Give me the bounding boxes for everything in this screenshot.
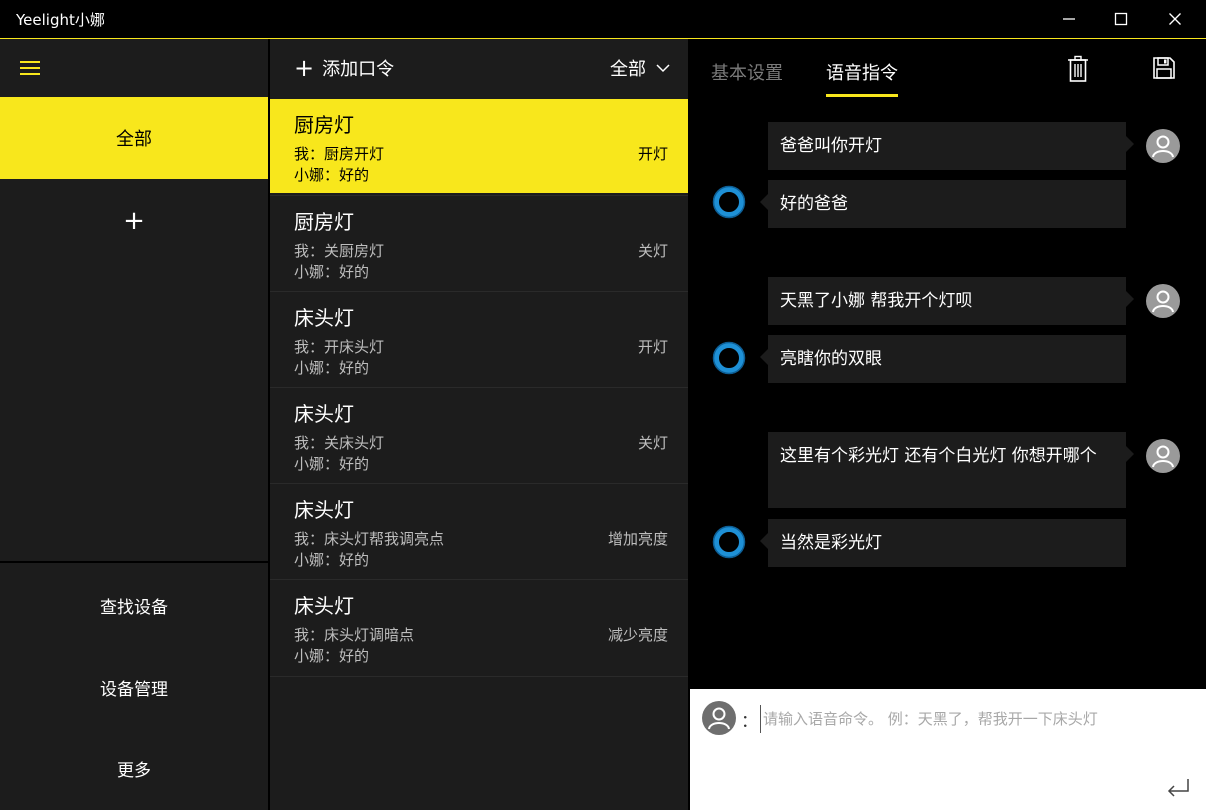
sidebar-category-all[interactable]: 全部	[0, 97, 268, 179]
minimize-icon	[1063, 18, 1075, 20]
list-end-divider	[270, 676, 688, 677]
tab-voice-commands[interactable]: 语音指令	[826, 59, 898, 85]
cortana-icon	[712, 341, 746, 375]
sidebar-divider	[0, 561, 268, 563]
command-device-name: 床头灯	[294, 594, 354, 618]
close-icon	[1169, 13, 1181, 25]
maximize-icon	[1114, 12, 1128, 26]
bot-message: 当然是彩光灯	[760, 519, 1126, 567]
voice-command-input[interactable]	[760, 705, 1185, 733]
command-user-phrase: 我：开床头灯	[294, 338, 385, 356]
command-device-name: 床头灯	[294, 402, 354, 426]
command-reply: 小娜：好的	[294, 359, 370, 377]
command-item[interactable]: 厨房灯 我：厨房开灯 小娜：好的 开灯	[270, 99, 688, 193]
user-message: 这里有个彩光灯 还有个白光灯 你想开哪个	[768, 432, 1134, 508]
command-action: 开灯	[637, 145, 668, 163]
enter-icon[interactable]	[1166, 777, 1190, 797]
cortana-icon	[712, 525, 746, 559]
command-action: 开灯	[637, 338, 668, 356]
bot-message: 亮瞎你的双眼	[760, 335, 1126, 383]
command-reply: 小娜：好的	[294, 455, 370, 473]
maximize-button[interactable]	[1098, 0, 1144, 38]
app-window: Yeelight小娜 全部 + 查找设备 设备管理 更多 + 添加口令 全部 厨…	[0, 0, 1206, 810]
command-action: 增加亮度	[607, 530, 668, 548]
command-user-phrase: 我：床头灯调暗点	[294, 626, 415, 644]
title-bar: Yeelight小娜	[0, 0, 1206, 39]
command-panel: + 添加口令 全部 厨房灯 我：厨房开灯 小娜：好的 开灯 厨房灯 我：关厨房灯…	[270, 39, 688, 810]
command-user-phrase: 我：厨房开灯	[294, 145, 385, 163]
command-reply: 小娜：好的	[294, 647, 370, 665]
sidebar-item-more[interactable]: 更多	[0, 743, 268, 793]
input-prompt: ：	[741, 712, 758, 732]
add-category-button[interactable]: +	[0, 199, 268, 243]
command-reply: 小娜：好的	[294, 551, 370, 569]
detail-panel: 基本设置 语音指令 爸爸叫你开灯 好的爸爸 天黑了小娜 帮我开个灯呗 亮瞎你的双…	[690, 39, 1206, 810]
command-action: 关灯	[637, 434, 668, 452]
close-button[interactable]	[1152, 0, 1198, 38]
command-item[interactable]: 床头灯 我：开床头灯 小娜：好的 开灯	[270, 291, 688, 385]
hamburger-menu-icon[interactable]	[20, 61, 40, 75]
tab-basic-settings[interactable]: 基本设置	[711, 59, 783, 85]
user-message: 天黑了小娜 帮我开个灯呗	[768, 277, 1134, 325]
command-action: 关灯	[637, 242, 668, 260]
add-command-label: 添加口令	[322, 59, 395, 80]
user-avatar-icon	[1146, 129, 1180, 163]
command-device-name: 厨房灯	[294, 113, 354, 137]
command-item[interactable]: 床头灯 我：关床头灯 小娜：好的 关灯	[270, 387, 688, 481]
user-avatar-icon	[1146, 284, 1180, 318]
minimize-button[interactable]	[1046, 0, 1092, 38]
command-user-phrase: 我：关床头灯	[294, 434, 385, 452]
sidebar-item-device-management[interactable]: 设备管理	[0, 662, 268, 712]
chevron-down-icon	[656, 64, 670, 73]
user-message: 爸爸叫你开灯	[768, 122, 1134, 170]
command-device-name: 厨房灯	[294, 210, 354, 234]
bot-message: 好的爸爸	[760, 180, 1126, 228]
command-user-phrase: 我：关厨房灯	[294, 242, 385, 260]
add-command-button[interactable]: + 添加口令	[294, 55, 394, 81]
command-reply: 小娜：好的	[294, 166, 370, 184]
command-list: 厨房灯 我：厨房开灯 小娜：好的 开灯 厨房灯 我：关厨房灯 小娜：好的 关灯 …	[270, 99, 688, 675]
sidebar: 全部 + 查找设备 设备管理 更多	[0, 39, 268, 810]
save-icon[interactable]	[1152, 56, 1176, 80]
filter-dropdown[interactable]: 全部	[610, 55, 670, 81]
trash-icon[interactable]	[1066, 55, 1090, 83]
command-reply: 小娜：好的	[294, 263, 370, 281]
command-device-name: 床头灯	[294, 498, 354, 522]
command-item[interactable]: 床头灯 我：床头灯调暗点 小娜：好的 减少亮度	[270, 579, 688, 673]
command-device-name: 床头灯	[294, 306, 354, 330]
command-action: 减少亮度	[607, 626, 668, 644]
user-avatar-icon	[702, 701, 736, 735]
command-user-phrase: 我：床头灯帮我调亮点	[294, 530, 445, 548]
window-title: Yeelight小娜	[16, 11, 105, 29]
plus-icon: +	[294, 54, 315, 82]
filter-value: 全部	[610, 59, 646, 80]
command-item[interactable]: 床头灯 我：床头灯帮我调亮点 小娜：好的 增加亮度	[270, 483, 688, 577]
command-panel-header: + 添加口令 全部	[270, 39, 688, 97]
sidebar-item-find-device[interactable]: 查找设备	[0, 580, 268, 630]
command-input-area: ：	[690, 689, 1206, 810]
cortana-icon	[712, 185, 746, 219]
user-avatar-icon	[1146, 439, 1180, 473]
command-item[interactable]: 厨房灯 我：关厨房灯 小娜：好的 关灯	[270, 195, 688, 289]
active-tab-indicator	[826, 94, 898, 97]
